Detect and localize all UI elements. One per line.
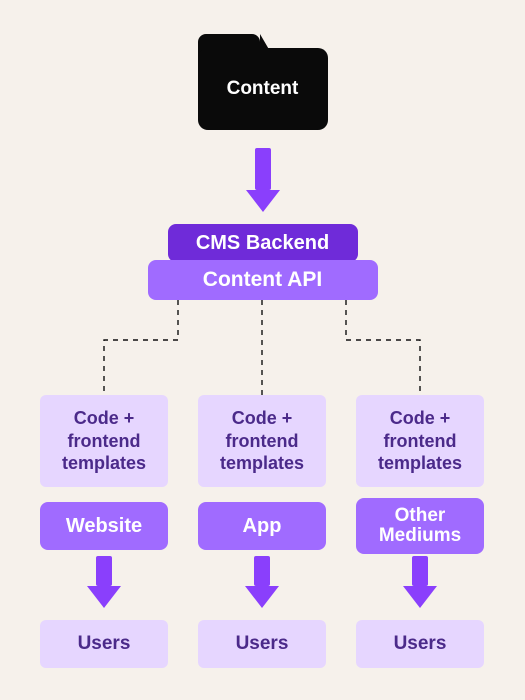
- users-box-col3: Users: [356, 620, 484, 668]
- cms-backend-node: CMS Backend: [168, 224, 358, 262]
- content-folder-label: Content: [198, 48, 328, 130]
- templates-box-col2: Code + frontend templates: [198, 395, 326, 487]
- arrow-shaft: [96, 556, 112, 586]
- templates-box-col3: Code + frontend templates: [356, 395, 484, 487]
- medium-chip-other: Other Mediums: [356, 498, 484, 554]
- content-api-node: Content API: [148, 260, 378, 300]
- templates-box-col1: Code + frontend templates: [40, 395, 168, 487]
- arrow-shaft: [255, 148, 271, 190]
- arrow-head-icon: [246, 190, 280, 212]
- users-box-col1: Users: [40, 620, 168, 668]
- arrow-head-icon: [245, 586, 279, 608]
- arrow-head-icon: [87, 586, 121, 608]
- arrow-shaft: [412, 556, 428, 586]
- arrow-other-to-users: [403, 556, 437, 608]
- arrow-head-icon: [403, 586, 437, 608]
- content-folder: Content: [198, 30, 328, 130]
- arrow-app-to-users: [245, 556, 279, 608]
- arrow-website-to-users: [87, 556, 121, 608]
- diagram-canvas: Content CMS Backend Content API Code + f…: [0, 0, 525, 700]
- medium-chip-website: Website: [40, 502, 168, 550]
- arrow-shaft: [254, 556, 270, 586]
- medium-chip-app: App: [198, 502, 326, 550]
- users-box-col2: Users: [198, 620, 326, 668]
- arrow-content-to-backend: [246, 148, 280, 212]
